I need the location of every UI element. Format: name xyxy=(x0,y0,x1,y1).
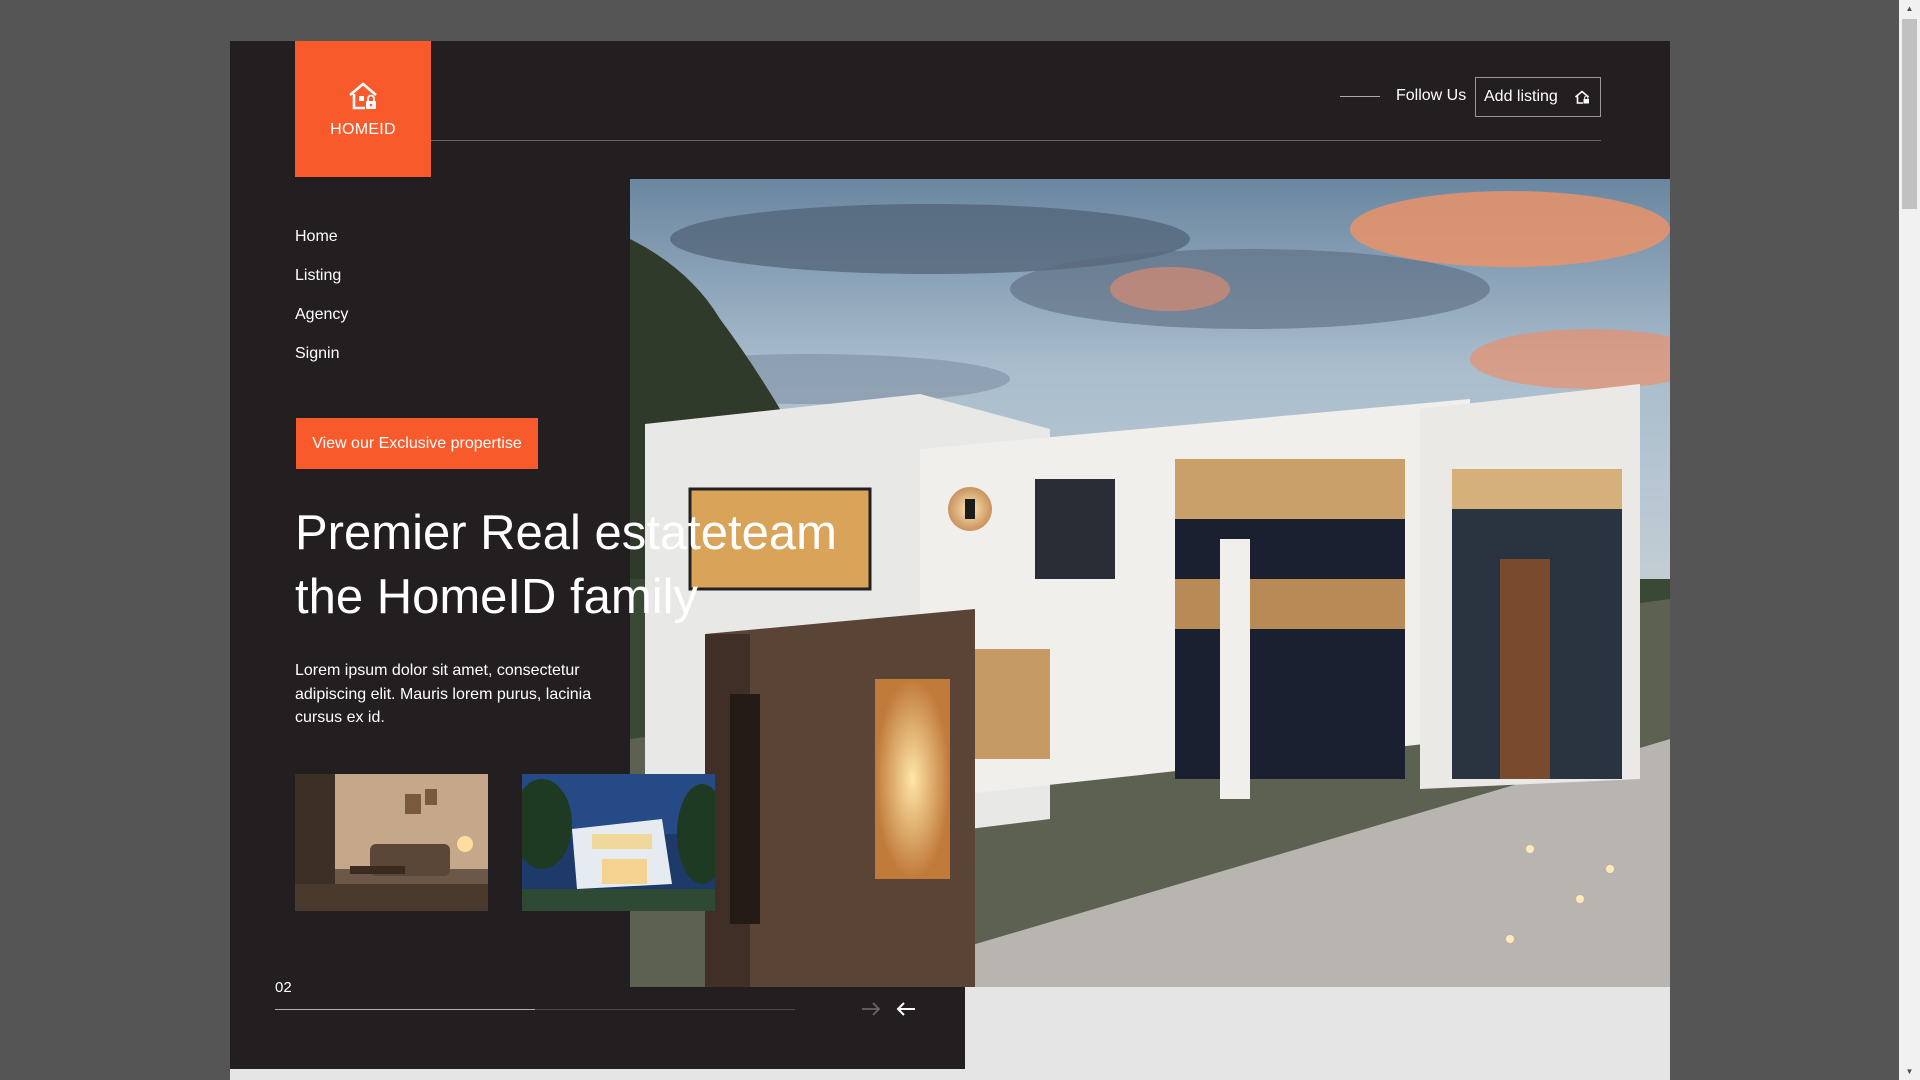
headline-line-2: the HomeID family xyxy=(295,570,699,624)
logo-link[interactable]: HOMEID xyxy=(295,41,431,177)
scroll-up-icon[interactable]: ▲ xyxy=(1899,0,1920,17)
house-lock-icon xyxy=(349,82,377,110)
follow-dash xyxy=(1340,95,1380,97)
header-divider xyxy=(431,140,1601,141)
nav-item-listing[interactable]: Listing xyxy=(295,266,348,305)
page-scrollbar[interactable]: ▲ ▼ xyxy=(1899,0,1920,1080)
nav-item-home[interactable]: Home xyxy=(295,227,348,266)
thumbnail-modern-house[interactable] xyxy=(522,774,715,911)
main-nav: Home Listing Agency Signin xyxy=(295,227,348,383)
bottom-light-area xyxy=(965,987,1670,1080)
brand-name: HOMEID xyxy=(330,121,396,138)
scrollbar-thumb[interactable] xyxy=(1902,19,1917,209)
arrow-right-icon[interactable] xyxy=(860,999,882,1019)
scroll-down-icon[interactable]: ▼ xyxy=(1899,1063,1920,1080)
bottom-strip xyxy=(230,1069,965,1080)
hero-description: Lorem ipsum dolor sit amet, consectetur … xyxy=(295,662,592,726)
exclusive-properties-button[interactable]: View our Exclusive propertise xyxy=(296,418,538,469)
arrow-left-icon[interactable] xyxy=(895,999,917,1019)
house-lock-icon xyxy=(1574,90,1590,104)
follow-us-label: Follow Us xyxy=(1396,87,1467,104)
nav-item-agency[interactable]: Agency xyxy=(295,305,348,344)
slide-counter: 02 xyxy=(275,979,292,996)
slide-progress-fill xyxy=(275,1009,535,1010)
add-listing-label: Add listing xyxy=(1484,88,1558,105)
slide-progress xyxy=(275,1009,795,1010)
headline-line-1: Premier Real estateteam xyxy=(295,506,837,560)
nav-item-signin[interactable]: Signin xyxy=(295,344,348,383)
page-container: HOMEID Follow Us Add listing Home Listin… xyxy=(230,41,1670,1080)
add-listing-button[interactable]: Add listing xyxy=(1475,77,1601,117)
thumbnail-living-room[interactable] xyxy=(295,774,488,911)
follow-us[interactable]: Follow Us xyxy=(1340,87,1466,105)
hero-headline: Premier Real estateteam the HomeID famil… xyxy=(295,501,895,629)
